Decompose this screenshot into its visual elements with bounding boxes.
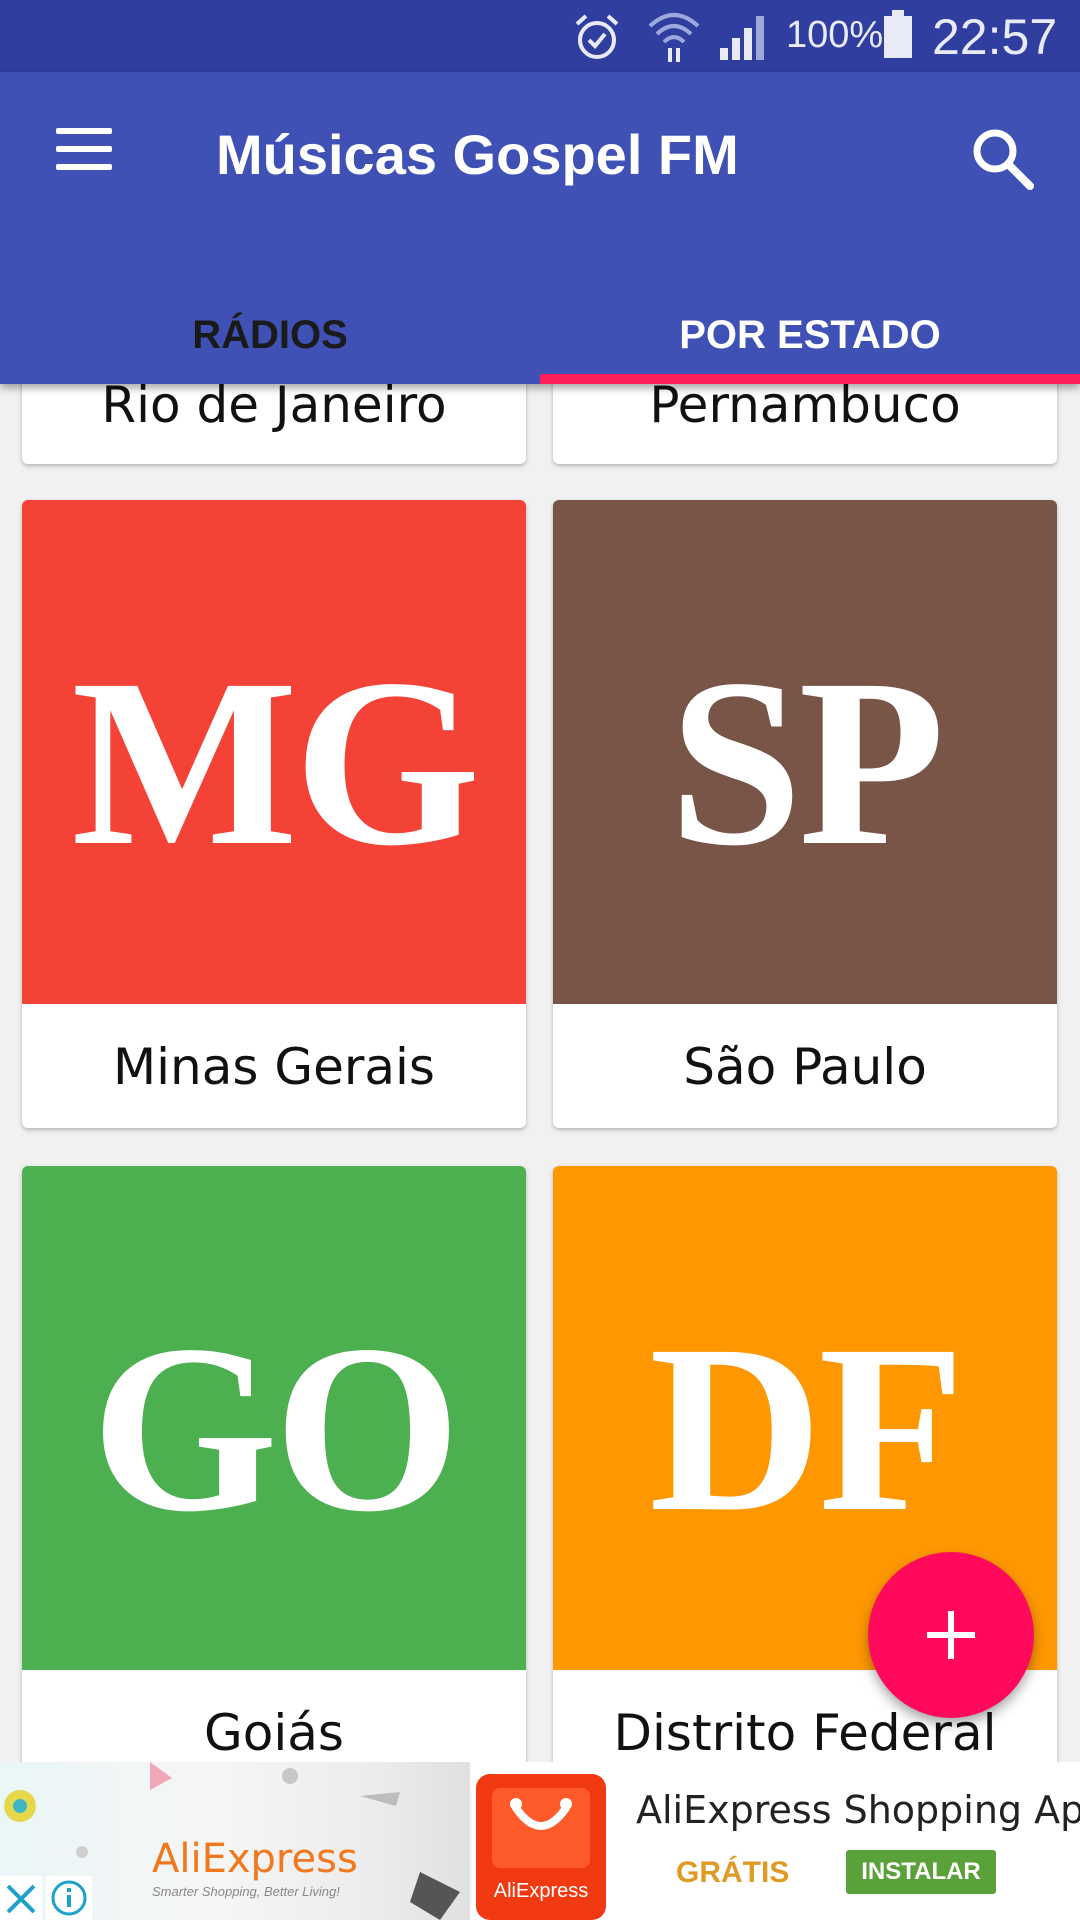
- ad-icon-label: AliExpress: [493, 1880, 589, 1902]
- app-title: Músicas Gospel FM: [216, 123, 739, 186]
- ad-close-button[interactable]: [0, 1876, 42, 1920]
- search-icon: [973, 129, 1034, 190]
- install-button[interactable]: INSTALAR: [846, 1850, 996, 1894]
- state-abbreviation: SP: [668, 629, 945, 895]
- tab-indicator: [540, 374, 1080, 384]
- state-card-minas-gerais[interactable]: MG Minas Gerais: [22, 500, 526, 1128]
- state-tile: GO: [22, 1166, 526, 1670]
- state-name: Rio de Janeiro: [101, 376, 447, 434]
- state-tile: MG: [22, 500, 526, 1004]
- menu-button[interactable]: [40, 112, 130, 192]
- state-name: Pernambuco: [649, 376, 961, 434]
- status-bar: 100% 22:57: [0, 0, 1080, 72]
- shopping-bag-icon: [492, 1788, 590, 1868]
- state-abbreviation: GO: [91, 1295, 460, 1561]
- close-icon: [6, 1884, 36, 1914]
- battery-percent: 100%: [786, 14, 884, 56]
- ad-app-icon: AliExpress: [476, 1774, 606, 1920]
- state-card-goias[interactable]: GO Goiás: [22, 1166, 526, 1786]
- app-bar: Músicas Gospel FM RÁDIOS POR ESTADO: [0, 72, 1080, 384]
- state-card-sao-paulo[interactable]: SP São Paulo: [553, 500, 1057, 1128]
- ad-info-button[interactable]: [46, 1876, 92, 1920]
- state-name: Minas Gerais: [113, 1038, 435, 1096]
- state-name: Distrito Federal: [613, 1704, 997, 1762]
- ad-brand: AliExpress: [152, 1836, 358, 1882]
- signal-icon: [720, 16, 764, 60]
- wifi-icon: [648, 13, 700, 62]
- state-name: Goiás: [204, 1704, 344, 1762]
- ad-price: GRÁTIS: [676, 1856, 790, 1889]
- ad-tagline: Smarter Shopping, Better Living!: [152, 1884, 340, 1899]
- tab-radios[interactable]: RÁDIOS: [0, 294, 540, 376]
- clock: 22:57: [932, 9, 1058, 65]
- battery-icon: [884, 10, 912, 58]
- state-name: São Paulo: [683, 1038, 927, 1096]
- ad-title: AliExpress Shopping App: [636, 1788, 1080, 1832]
- tab-por-estado[interactable]: POR ESTADO: [540, 294, 1080, 376]
- add-fab-button[interactable]: [868, 1552, 1034, 1718]
- ad-banner[interactable]: AliExpress Smarter Shopping, Better Livi…: [0, 1762, 1080, 1920]
- alarm-icon: [575, 14, 619, 59]
- state-abbreviation: MG: [71, 629, 480, 895]
- info-icon: [51, 1880, 87, 1916]
- search-button[interactable]: [968, 124, 1038, 194]
- state-tile: SP: [553, 500, 1057, 1004]
- state-abbreviation: DF: [649, 1295, 965, 1561]
